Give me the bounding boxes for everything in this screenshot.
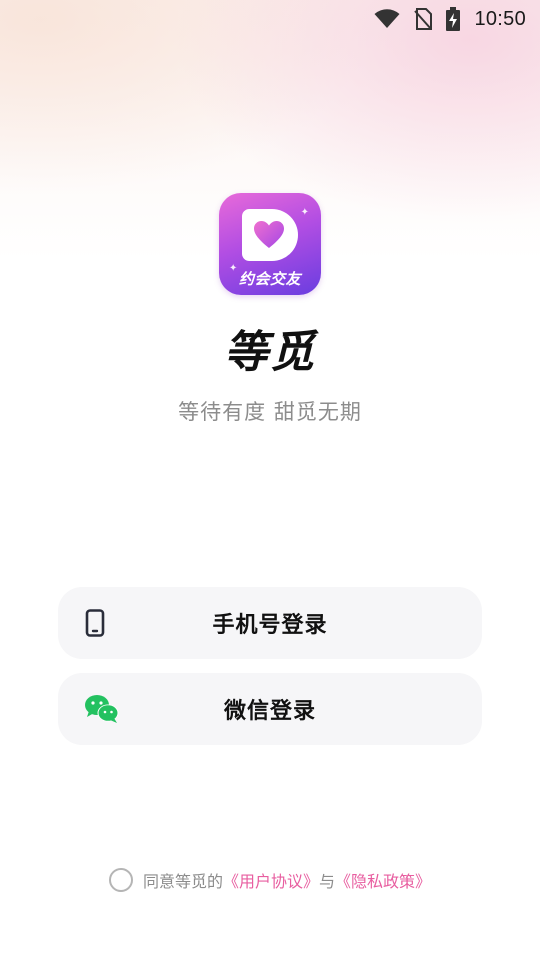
sparkle-icon: ✦: [300, 207, 309, 218]
app-logo: ✦ ✦ 约会交友: [219, 193, 321, 295]
login-screen: 10:50 ✦ ✦ 约会交友 等觅 等待有度 甜觅无期 手机号登录 微信登录 同…: [0, 0, 540, 960]
user-agreement-link[interactable]: 《用户协议》: [223, 872, 319, 891]
status-time: 10:50: [474, 7, 526, 30]
wechat-login-button[interactable]: 微信登录: [58, 673, 482, 745]
wechat-icon: [84, 694, 120, 724]
no-sim-icon: [414, 8, 433, 30]
wifi-icon: [374, 9, 400, 29]
agreement-conjunction: 与: [319, 872, 336, 891]
logo-caption: 约会交友: [238, 270, 301, 288]
app-slogan: 等待有度 甜觅无期: [178, 400, 362, 424]
agreement-text: 同意等觅的《用户协议》与《隐私政策》: [143, 868, 431, 892]
agree-checkbox[interactable]: [108, 868, 133, 892]
phone-login-label: 手机号登录: [212, 613, 328, 638]
privacy-policy-link[interactable]: 《隐私政策》: [335, 872, 431, 891]
app-name: 等觅: [224, 327, 316, 378]
phone-login-button[interactable]: 手机号登录: [58, 587, 482, 659]
agreement-row: 同意等觅的《用户协议》与《隐私政策》: [0, 868, 540, 892]
wechat-login-label: 微信登录: [223, 699, 316, 724]
heart-icon: [254, 221, 284, 248]
battery-charging-icon: [446, 7, 461, 31]
status-bar: 10:50: [0, 0, 540, 38]
phone-icon: [84, 609, 106, 637]
agreement-prefix: 同意等觅的: [142, 872, 223, 891]
